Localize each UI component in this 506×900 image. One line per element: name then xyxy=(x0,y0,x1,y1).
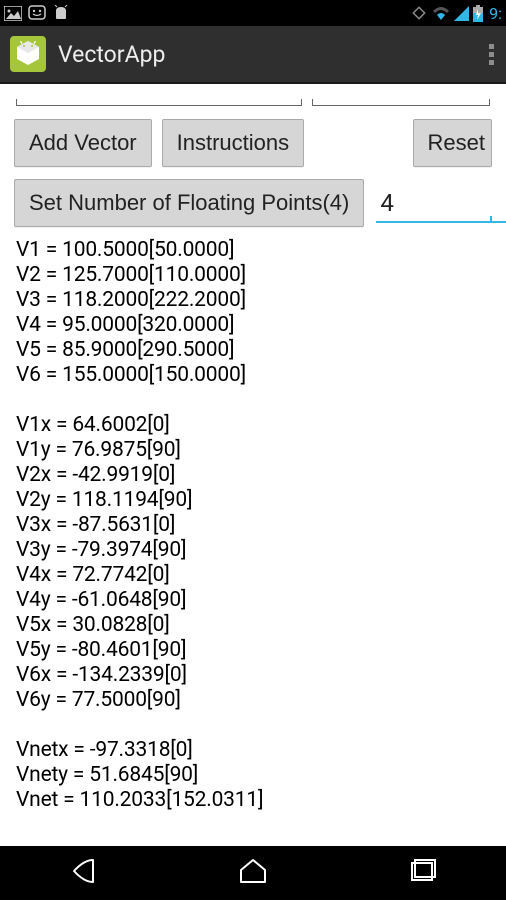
result-line: V2 = 125.7000[110.0000] xyxy=(16,263,490,288)
input-fields-row xyxy=(0,84,506,112)
recent-apps-button[interactable] xyxy=(404,856,440,890)
reset-button[interactable]: Reset xyxy=(413,119,492,167)
battery-icon xyxy=(473,5,483,22)
result-line: V4y = -61.0648[90] xyxy=(16,588,490,613)
action-bar: VectorApp xyxy=(0,26,506,84)
home-button[interactable] xyxy=(235,856,271,890)
result-line: V5 = 85.9000[290.5000] xyxy=(16,338,490,363)
vector-magnitude-input[interactable] xyxy=(16,84,302,106)
result-line: V4x = 72.7742[0] xyxy=(16,563,490,588)
result-line: V1y = 76.9875[90] xyxy=(16,438,490,463)
result-line: V2y = 118.1194[90] xyxy=(16,488,490,513)
app-icon xyxy=(10,36,46,72)
primary-button-row: Add Vector Instructions Reset xyxy=(0,112,506,174)
signal-icon xyxy=(454,6,469,21)
result-line: V5x = 30.0828[0] xyxy=(16,613,490,638)
clock-text: 9: xyxy=(489,4,502,23)
android-icon xyxy=(52,5,70,21)
message-icon xyxy=(28,5,46,21)
wifi-icon xyxy=(432,6,450,21)
vector-angle-input[interactable] xyxy=(312,84,490,106)
result-line: V3 = 118.2000[222.2000] xyxy=(16,288,490,313)
main-content: Add Vector Instructions Reset Set Number… xyxy=(0,84,506,846)
result-line: V2x = -42.9919[0] xyxy=(16,463,490,488)
result-line: Vnety = 51.6845[90] xyxy=(16,763,490,788)
overflow-menu-icon[interactable] xyxy=(481,36,502,73)
result-line: V6x = -134.2339[0] xyxy=(16,663,490,688)
picture-icon xyxy=(4,6,22,21)
result-line: V6 = 155.0000[150.0000] xyxy=(16,363,490,388)
app-title: VectorApp xyxy=(58,41,165,68)
result-line: V1x = 64.6002[0] xyxy=(16,413,490,438)
result-line: V5y = -80.4601[90] xyxy=(16,638,490,663)
float-points-input[interactable] xyxy=(376,183,506,223)
result-line: Vnet = 110.2033[152.0311] xyxy=(16,788,490,813)
result-line: V3y = -79.3974[90] xyxy=(16,538,490,563)
result-line: V1 = 100.5000[50.0000] xyxy=(16,238,490,263)
float-row: Set Number of Floating Points(4) xyxy=(0,174,506,236)
result-line: V3x = -87.5631[0] xyxy=(16,513,490,538)
rotate-icon xyxy=(410,4,428,22)
results-output: V1 = 100.5000[50.0000]V2 = 125.7000[110.… xyxy=(0,236,506,815)
back-button[interactable] xyxy=(66,856,102,890)
result-line: Vnetx = -97.3318[0] xyxy=(16,738,490,763)
set-float-points-button[interactable]: Set Number of Floating Points(4) xyxy=(14,179,364,227)
result-line: V4 = 95.0000[320.0000] xyxy=(16,313,490,338)
status-bar: 9: xyxy=(0,0,506,26)
instructions-button[interactable]: Instructions xyxy=(162,119,305,167)
result-line: V6y = 77.5000[90] xyxy=(16,688,490,713)
add-vector-button[interactable]: Add Vector xyxy=(14,119,152,167)
navigation-bar xyxy=(0,846,506,900)
